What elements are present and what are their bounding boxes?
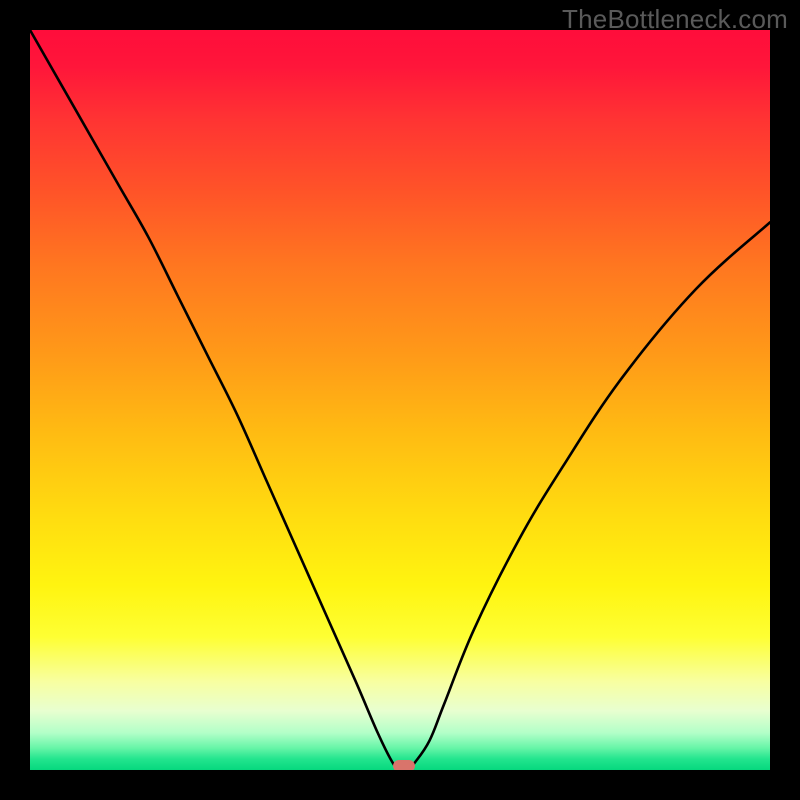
curve-layer [30, 30, 770, 770]
chart-frame: TheBottleneck.com [0, 0, 800, 800]
plot-area [30, 30, 770, 770]
minimum-marker [393, 760, 415, 770]
watermark-label: TheBottleneck.com [562, 4, 788, 35]
bottleneck-curve [30, 30, 770, 770]
